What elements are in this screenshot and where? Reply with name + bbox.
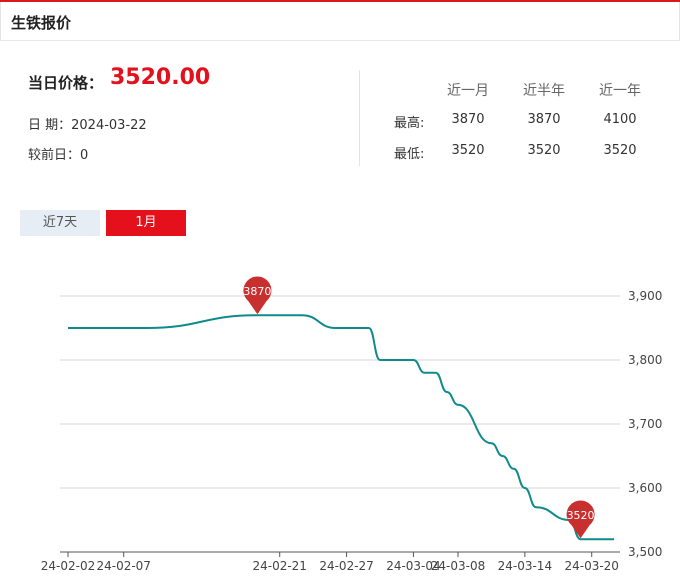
tab-1-month[interactable]: 1月	[106, 210, 186, 236]
stats-high-halfyear: 3870	[527, 112, 561, 127]
summary-divider	[359, 70, 360, 166]
y-tick-label: 3,600	[628, 481, 662, 495]
stats-high-year: 4100	[603, 112, 637, 127]
panel-title: 生铁报价	[11, 14, 72, 32]
x-tick-label: 24-02-27	[319, 559, 373, 573]
value-pin-label: 3870	[243, 285, 271, 298]
x-tick-label: 24-03-08	[431, 559, 485, 573]
x-tick-label: 24-02-02	[41, 559, 95, 573]
panel-header: 生铁报价	[0, 2, 680, 41]
y-tick-label: 3,500	[628, 545, 662, 559]
y-tick-label: 3,700	[628, 417, 662, 431]
price-series-line	[68, 314, 614, 541]
price-label: 当日价格：	[28, 74, 104, 92]
price-line-chart: 3,500 3,600 3,700 3,800 3,900 24-02-02 24-02-0…	[41, 276, 662, 573]
value-pin-label: 3520	[567, 509, 595, 522]
stats-col-year: 近一年	[599, 83, 641, 99]
stats-col-month: 近一月	[447, 83, 489, 99]
x-tick-label: 24-03-14	[498, 559, 552, 573]
stats-high-month: 3870	[451, 112, 485, 127]
y-tick-label: 3,800	[628, 353, 662, 367]
stats-col-halfyear: 近半年	[523, 83, 565, 99]
x-tick-label: 24-02-07	[96, 559, 150, 573]
y-tick-label: 3,900	[628, 289, 662, 303]
date-line: 日 期：2024-03-22	[28, 118, 147, 133]
price-value: 3520.00	[110, 65, 211, 90]
x-tick-label: 24-03-20	[564, 559, 618, 573]
x-tick-label: 24-02-21	[252, 559, 306, 573]
stats-low-year: 3520	[603, 143, 637, 158]
stats-low-halfyear: 3520	[527, 143, 561, 158]
stats-low-month: 3520	[451, 143, 485, 158]
tab-7-days[interactable]: 近7天	[20, 210, 100, 236]
change-line: 较前日：0	[28, 148, 89, 163]
